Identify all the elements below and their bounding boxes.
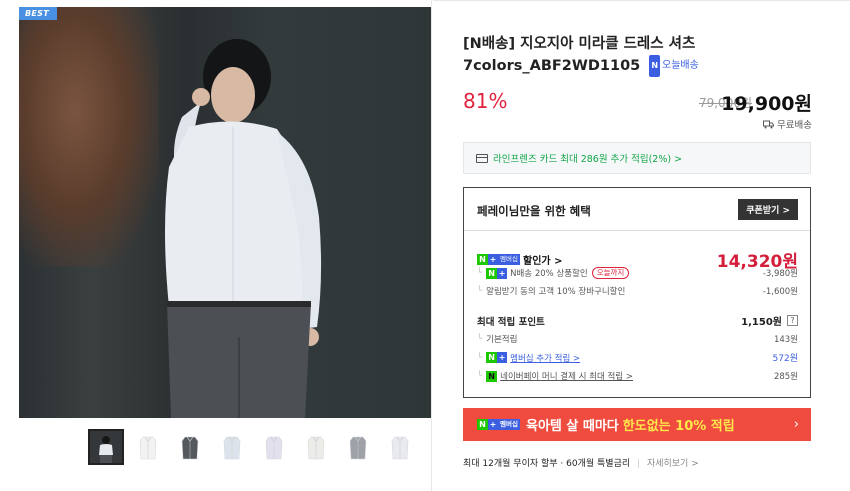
product-title: [N배송] 지오지아 미라클 드레스 셔츠 7colors_ABF2WD1105… xyxy=(463,33,818,77)
thumb-charcoal[interactable] xyxy=(174,431,206,463)
discount1-value: -3,980원 xyxy=(762,269,798,279)
discount1-label: N배송 20% 상품할인 xyxy=(510,269,588,279)
coupon-button[interactable]: 쿠폰받기 > xyxy=(738,199,798,220)
membership-points-value: 572원 xyxy=(772,354,798,364)
chevron-right-icon: › xyxy=(793,417,799,432)
basic-points-label: 기본적립 xyxy=(486,335,518,345)
naver-pay-points-link[interactable]: 네이버페이 머니 결제 시 최대 적립 > xyxy=(500,370,633,382)
thumb-gray[interactable] xyxy=(342,431,374,463)
sale-price: 19,900원 xyxy=(721,93,812,115)
today-delivery-badge[interactable]: N 오늘배송 xyxy=(649,55,699,77)
discount-rate: 81% xyxy=(463,89,508,113)
promo-highlight: 한도없는 10% 적립 xyxy=(622,419,735,434)
benefit-title: 페레이님만을 위한 혜택 xyxy=(477,204,591,218)
nplus-membership-icon: N + 멤버십 xyxy=(477,419,520,430)
card-benefit-text: 라인프렌즈 카드 최대 286원 추가 적립(2%) > xyxy=(493,154,683,165)
promo-banner[interactable]: N + 멤버십 육아템 살 때마다 한도없는 10% 적립 › xyxy=(463,408,811,441)
model-figure xyxy=(165,39,322,418)
benefit-header: 페레이님만을 위한 혜택 쿠폰받기 > xyxy=(464,188,810,231)
product-info: [N배송] 지오지아 미라클 드레스 셔츠 7colors_ABF2WD1105… xyxy=(433,0,850,491)
points-value: 1,150원 xyxy=(741,317,782,328)
nplus-icon: N + xyxy=(486,267,508,279)
points-label: 최대 적립 포인트 xyxy=(477,316,545,328)
credit-card-icon xyxy=(476,153,488,163)
thumb-white[interactable] xyxy=(132,431,164,463)
thumb-ivory[interactable] xyxy=(300,431,332,463)
discount2-value: -1,600원 xyxy=(762,287,798,297)
truck-icon xyxy=(763,120,775,128)
naver-pay-icon: N xyxy=(486,370,498,382)
today-delivery-label: 오늘배송 xyxy=(662,60,699,71)
shipping-label: 무료배송 xyxy=(777,120,812,131)
help-icon[interactable]: ? xyxy=(787,315,798,326)
installment-text: 최대 12개월 무이자 할부 · 60개월 특별금리 xyxy=(463,459,631,469)
best-badge: BEST xyxy=(19,7,57,20)
promo-text: 육아템 살 때마다 xyxy=(526,419,619,434)
benefit-panel: 페레이님만을 위한 혜택 쿠폰받기 > N + 멤버십 할인가 > 14,320… xyxy=(463,187,811,398)
basic-points-value: 143원 xyxy=(773,335,798,345)
thumb-model[interactable] xyxy=(88,429,124,465)
nplus-icon: N + xyxy=(486,352,508,363)
thumb-lavender[interactable] xyxy=(258,431,290,463)
n-delivery-icon: N xyxy=(649,55,661,77)
sale-label: 할인가 > xyxy=(523,256,563,267)
discount2-label: 알림받기 동의 고객 10% 장바구니할인 xyxy=(486,287,626,297)
shipping-info: 무료배송 xyxy=(763,117,812,131)
nplus-membership-icon: N + 멤버십 xyxy=(477,254,520,265)
thumb-pale[interactable] xyxy=(384,431,416,463)
today-only-pill: 오늘까지 xyxy=(591,267,630,279)
points-detail-row: └ N + 멤버십 추가 적립 > 572원 xyxy=(477,352,798,364)
points-detail-row: └ N 네이버페이 머니 결제 시 최대 적립 > 285원 xyxy=(477,370,798,382)
naver-pay-points-value: 285원 xyxy=(773,372,798,382)
membership-points-link[interactable]: 멤버십 추가 적립 > xyxy=(510,352,580,364)
discount-row: └ N + N배송 20% 상품할인 오늘까지 -3,980원 xyxy=(477,267,798,279)
thumbnail-strip xyxy=(88,429,416,465)
installment-detail-link[interactable]: 자세히보기 > xyxy=(647,459,699,469)
product-gallery: BEST xyxy=(0,0,432,491)
card-benefit-banner[interactable]: 라인프렌즈 카드 최대 286원 추가 적립(2%) > xyxy=(463,142,811,174)
thumb-lightblue[interactable] xyxy=(216,431,248,463)
points-row: 최대 적립 포인트 1,150원 ? xyxy=(477,313,798,328)
installment-info: 최대 12개월 무이자 할부 · 60개월 특별금리 | 자세히보기 > xyxy=(463,456,699,469)
points-detail-row: └ 기본적립 143원 xyxy=(477,334,798,345)
divider: | xyxy=(637,459,641,469)
discount-row: └ 알림받기 동의 고객 10% 장바구니할인 -1,600원 xyxy=(477,286,798,297)
main-product-image[interactable]: BEST xyxy=(19,7,431,418)
